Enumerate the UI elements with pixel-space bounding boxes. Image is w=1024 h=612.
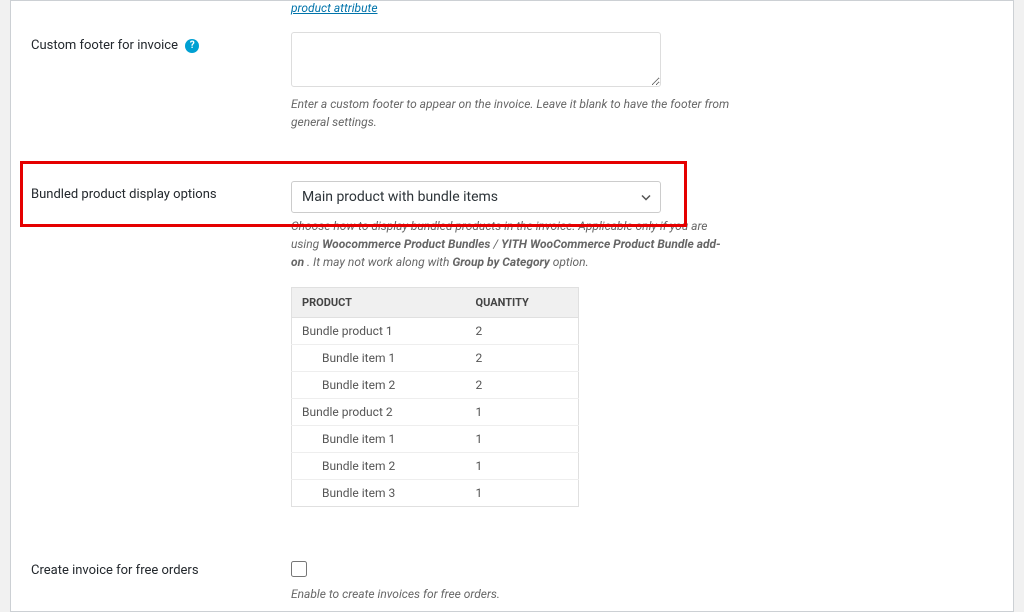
custom-footer-label-text: Custom footer for invoice bbox=[31, 38, 178, 53]
bundle-example-table: PRODUCT QUANTITY Bundle product 12Bundle… bbox=[291, 287, 579, 507]
free-orders-description-row: Enable to create invoices for free order… bbox=[11, 581, 1013, 611]
custom-footer-description-row: Enter a custom footer to appear on the i… bbox=[11, 91, 1013, 139]
settings-panel: product attribute Custom footer for invo… bbox=[10, 0, 1014, 612]
table-row: Bundle product 12 bbox=[292, 318, 579, 345]
table-cell-quantity: 1 bbox=[466, 426, 579, 453]
table-cell-product: Bundle item 1 bbox=[292, 345, 466, 372]
help-icon[interactable]: ? bbox=[185, 39, 199, 53]
bundle-options-row: Bundled product display options Main pro… bbox=[11, 169, 1013, 213]
bundle-select-wrapper: Main product with bundle items bbox=[291, 181, 661, 213]
bundle-desc-sep: / bbox=[490, 237, 501, 251]
custom-footer-description: Enter a custom footer to appear on the i… bbox=[291, 95, 731, 131]
table-cell-product: Bundle item 1 bbox=[292, 426, 466, 453]
free-orders-row: Create invoice for free orders bbox=[11, 545, 1013, 581]
table-row: Bundle item 11 bbox=[292, 426, 579, 453]
table-cell-quantity: 1 bbox=[466, 480, 579, 507]
table-cell-quantity: 1 bbox=[466, 399, 579, 426]
bundle-desc-part2: . It may not work along with bbox=[304, 255, 452, 269]
custom-footer-textarea[interactable] bbox=[291, 32, 661, 87]
bundle-description-row: Choose how to display bundled products i… bbox=[11, 213, 1013, 279]
free-orders-label: Create invoice for free orders bbox=[31, 557, 291, 578]
table-cell-product: Bundle product 2 bbox=[292, 399, 466, 426]
custom-footer-row: Custom footer for invoice ? bbox=[11, 20, 1013, 91]
table-row: Bundle item 21 bbox=[292, 453, 579, 480]
bundle-desc-bold3: Group by Category bbox=[452, 255, 549, 269]
table-header-row: PRODUCT QUANTITY bbox=[292, 288, 579, 318]
bundle-description: Choose how to display bundled products i… bbox=[291, 217, 731, 271]
table-header-product: PRODUCT bbox=[292, 288, 466, 318]
table-cell-quantity: 2 bbox=[466, 345, 579, 372]
free-orders-checkbox[interactable] bbox=[291, 561, 307, 577]
table-cell-product: Bundle item 2 bbox=[292, 372, 466, 399]
free-orders-control bbox=[291, 557, 691, 581]
table-row: Bundle item 22 bbox=[292, 372, 579, 399]
table-header-quantity: QUANTITY bbox=[466, 288, 579, 318]
bundle-options-control: Main product with bundle items bbox=[291, 181, 691, 213]
table-row: Bundle item 12 bbox=[292, 345, 579, 372]
table-cell-product: Bundle item 3 bbox=[292, 480, 466, 507]
custom-footer-control bbox=[291, 32, 691, 91]
product-attribute-link[interactable]: product attribute bbox=[291, 1, 378, 15]
bundle-options-label: Bundled product display options bbox=[31, 181, 291, 202]
table-cell-product: Bundle product 1 bbox=[292, 318, 466, 345]
table-cell-quantity: 2 bbox=[466, 372, 579, 399]
table-cell-product: Bundle item 2 bbox=[292, 453, 466, 480]
table-cell-quantity: 2 bbox=[466, 318, 579, 345]
bundle-desc-bold1: Woocommerce Product Bundles bbox=[322, 237, 490, 251]
bundle-desc-part3: option. bbox=[550, 255, 589, 269]
table-row: Bundle item 31 bbox=[292, 480, 579, 507]
hint-link-row: product attribute bbox=[11, 1, 1013, 16]
bundle-display-select[interactable]: Main product with bundle items bbox=[291, 181, 661, 213]
free-orders-description: Enable to create invoices for free order… bbox=[291, 585, 731, 603]
custom-footer-label: Custom footer for invoice ? bbox=[31, 32, 291, 53]
table-cell-quantity: 1 bbox=[466, 453, 579, 480]
table-row: Bundle product 21 bbox=[292, 399, 579, 426]
